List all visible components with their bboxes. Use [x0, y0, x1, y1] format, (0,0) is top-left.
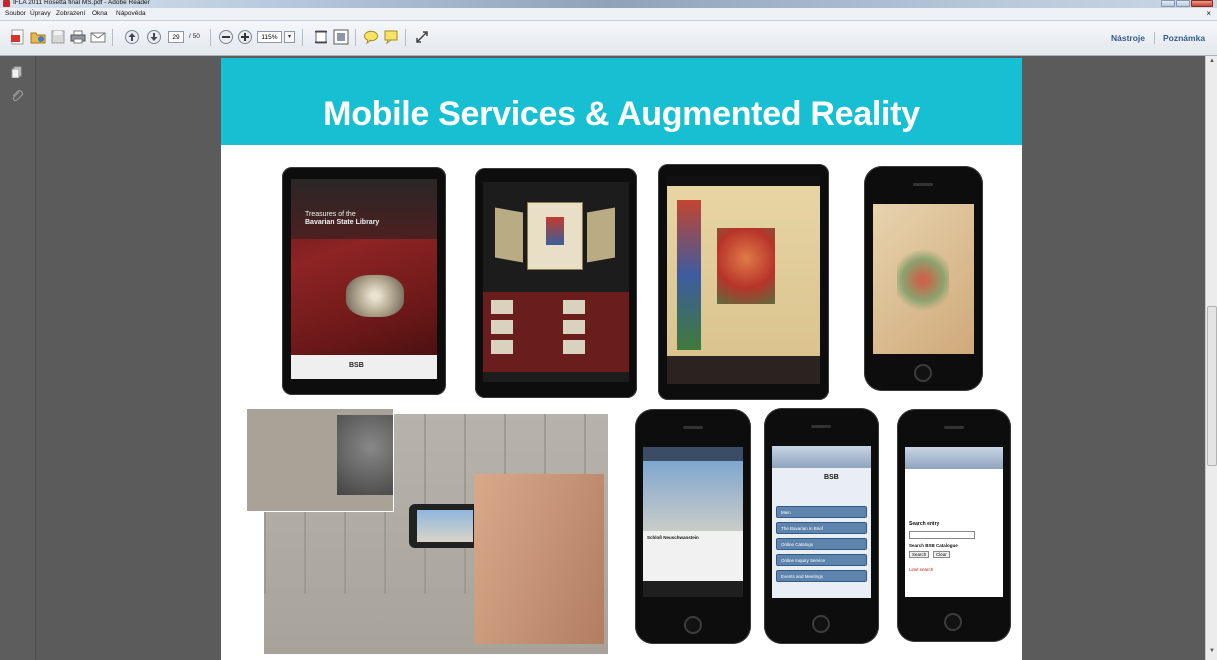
search-input[interactable] — [909, 531, 975, 539]
iphone-app-screen: Schloß Neuschwanstein — [643, 447, 743, 597]
close-button[interactable] — [1191, 0, 1213, 7]
gallery-list — [483, 292, 629, 372]
search-button[interactable]: Search — [909, 551, 930, 558]
menu-window[interactable]: Okna — [92, 9, 108, 19]
fit-page-icon[interactable] — [313, 29, 329, 45]
search-heading: Search entry — [909, 521, 940, 527]
menu-bar: Soubor Úpravy Zobrazení Okna Nápověda × — [0, 8, 1217, 21]
initial-letter — [677, 200, 701, 350]
web-menu-item[interactable]: Online Catalogs — [776, 538, 867, 550]
iphone-search: Search entry Search BSB Catalogue Search… — [897, 409, 1011, 642]
maximize-button[interactable] — [1176, 0, 1190, 7]
iphone-search-screen: Search entry Search BSB Catalogue Search… — [905, 447, 1003, 597]
clear-button[interactable]: Clear — [933, 551, 950, 558]
save-icon[interactable] — [50, 29, 66, 45]
window-controls — [1161, 0, 1213, 8]
web-menu-item[interactable]: Events and Meetings — [776, 570, 867, 582]
scroll-up-icon[interactable]: ▲ — [1208, 58, 1216, 64]
ipad-manuscript-screen — [667, 176, 820, 384]
home-button-icon — [812, 615, 830, 633]
zoom-input[interactable]: 115% — [257, 31, 282, 43]
next-page-icon[interactable] — [146, 29, 162, 45]
iphone-web-screen: BSB Mein The Bavarian in Brief Online Ca… — [772, 446, 871, 598]
ipad-gallery-screen — [483, 182, 629, 382]
zoom-dropdown-icon[interactable]: ▾ — [284, 31, 295, 43]
highlight-icon[interactable] — [383, 29, 399, 45]
navigation-pane — [0, 56, 36, 660]
close-document-icon[interactable]: × — [1206, 8, 1211, 19]
scroll-down-icon[interactable]: ▼ — [1208, 648, 1216, 654]
page-thumbnails-icon[interactable] — [11, 66, 23, 78]
web-menu-item[interactable]: Online Inquiry Service — [776, 554, 867, 566]
menu-help[interactable]: Nápověda — [116, 9, 146, 19]
page-number-input[interactable]: 29 — [168, 31, 184, 43]
vertical-scrollbar[interactable]: ▲ ▼ — [1205, 56, 1217, 660]
zoom-out-icon[interactable] — [218, 29, 234, 45]
open-icon[interactable] — [30, 29, 46, 45]
miniature-painting — [717, 228, 775, 304]
ar-phone-in-hand — [409, 504, 481, 548]
menu-file[interactable]: Soubor — [5, 9, 26, 19]
comment-icon[interactable] — [363, 29, 379, 45]
zoom-in-icon[interactable] — [237, 29, 253, 45]
create-pdf-icon[interactable] — [10, 29, 26, 45]
comment-link[interactable]: Poznámka — [1163, 33, 1205, 43]
scroll-thumb[interactable] — [1207, 306, 1217, 466]
bsb-logo: BSB — [349, 362, 364, 369]
home-button-icon — [684, 616, 702, 634]
attachments-icon[interactable] — [11, 90, 23, 102]
home-button-icon — [914, 364, 932, 382]
main-toolbar: 29 / 50 115% ▾ Nástroje Poznámka — [0, 21, 1217, 56]
manuscript-figure — [897, 248, 949, 312]
minimize-button[interactable] — [1161, 0, 1175, 7]
ipad-manuscript — [658, 164, 829, 400]
print-icon[interactable] — [70, 29, 86, 45]
ipad-gallery — [475, 168, 637, 398]
fit-width-icon[interactable] — [333, 29, 349, 45]
iphone-manuscript — [864, 166, 983, 391]
castle-image — [643, 461, 743, 531]
manuscript-page-center — [527, 202, 583, 270]
window-title: IFLA 2011 Rosetta final MS.pdf - Adobe R… — [13, 0, 150, 6]
limit-search-link[interactable]: Limit search — [909, 567, 933, 572]
page-count: / 50 — [189, 33, 200, 40]
hand-photo — [474, 474, 604, 644]
home-button-icon — [944, 613, 962, 631]
previous-page-icon[interactable] — [124, 29, 140, 45]
manuscript-page-left — [495, 207, 523, 263]
web-menu-item[interactable]: Mein — [776, 506, 867, 518]
iphone-web: BSB Mein The Bavarian in Brief Online Ca… — [764, 408, 879, 644]
web-menu-item[interactable]: The Bavarian in Brief — [776, 522, 867, 534]
medallion-image — [346, 275, 404, 317]
manuscript-page-right — [587, 207, 615, 263]
menu-view[interactable]: Zobrazení — [56, 9, 85, 19]
ipad-treasures: Treasures of the Bavarian State Library … — [282, 167, 446, 395]
ipad-treasures-screen: Treasures of the Bavarian State Library … — [291, 179, 437, 379]
email-icon[interactable] — [90, 29, 106, 45]
pdf-page: Mobile Services & Augmented Reality Trea… — [221, 58, 1022, 660]
iphone-manuscript-screen — [873, 204, 974, 354]
search-subheading: Search BSB Catalogue — [909, 543, 958, 548]
adobe-reader-icon — [3, 0, 10, 7]
bsb-logo-web: BSB — [824, 474, 839, 481]
expand-icon[interactable] — [414, 29, 430, 45]
treasures-heading-2: Bavarian State Library — [305, 219, 380, 226]
menu-edit[interactable]: Úpravy — [30, 9, 51, 19]
app-item-title: Schloß Neuschwanstein — [647, 535, 699, 540]
window-title-bar: IFLA 2011 Rosetta final MS.pdf - Adobe R… — [0, 0, 1217, 8]
slide-title: Mobile Services & Augmented Reality — [323, 95, 920, 133]
iphone-app: Schloß Neuschwanstein — [635, 409, 751, 644]
ar-inset-photo — [246, 408, 394, 512]
tools-link[interactable]: Nástroje — [1111, 33, 1145, 43]
treasures-heading-1: Treasures of the — [305, 211, 356, 218]
